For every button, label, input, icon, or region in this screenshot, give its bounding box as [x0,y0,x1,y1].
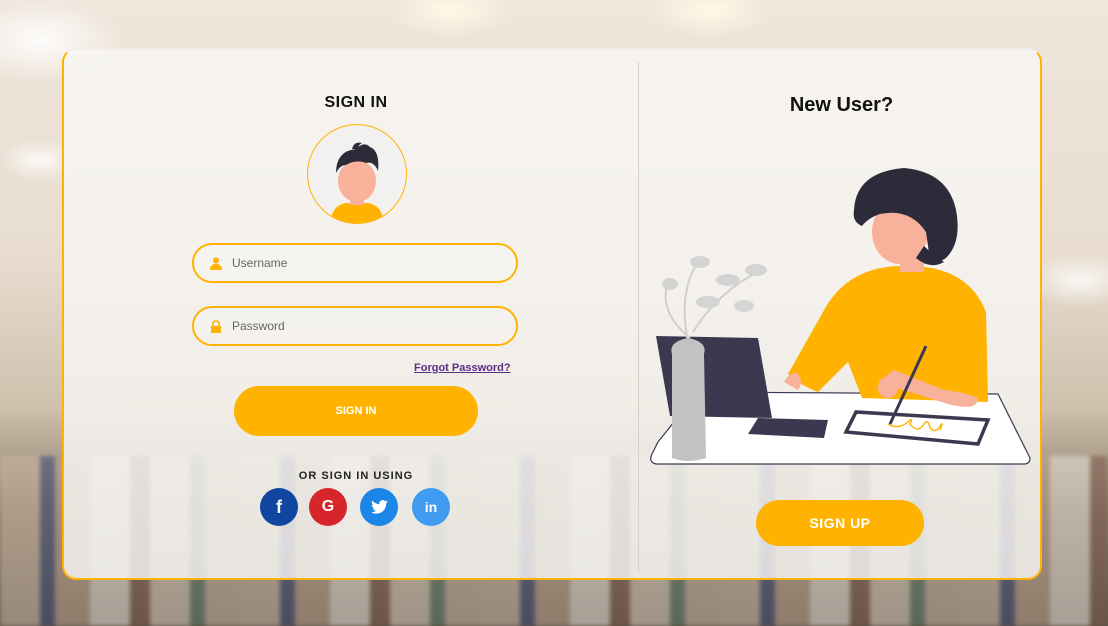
new-user-title: New User? [789,94,894,116]
username-field[interactable] [192,243,518,283]
user-icon [208,255,224,271]
username-input[interactable] [230,255,494,271]
illustration-woman-drawing [650,168,1031,465]
avatar [307,124,407,224]
lock-icon [208,318,224,334]
linkedin-button[interactable]: in [412,488,450,526]
password-field[interactable] [192,306,518,346]
user-avatar-icon [330,142,384,223]
auth-card: SIGN IN Forgot Password? SIGN IN [62,48,1042,580]
twitter-icon [370,500,388,514]
forgot-password-link[interactable]: Forgot Password? [414,362,511,374]
twitter-button[interactable] [360,488,398,526]
google-button[interactable]: G [309,488,347,526]
card-divider [638,62,639,572]
linkedin-icon: in [424,499,438,515]
signin-title: SIGN IN [324,94,388,111]
signup-button[interactable]: SIGN UP [756,500,924,546]
password-input[interactable] [230,318,494,334]
alt-signin-label: OR SIGN IN USING [298,470,414,482]
facebook-button[interactable]: f [260,488,298,526]
google-icon: G [321,498,335,515]
signin-button[interactable]: SIGN IN [234,386,478,436]
facebook-icon: f [276,496,282,517]
